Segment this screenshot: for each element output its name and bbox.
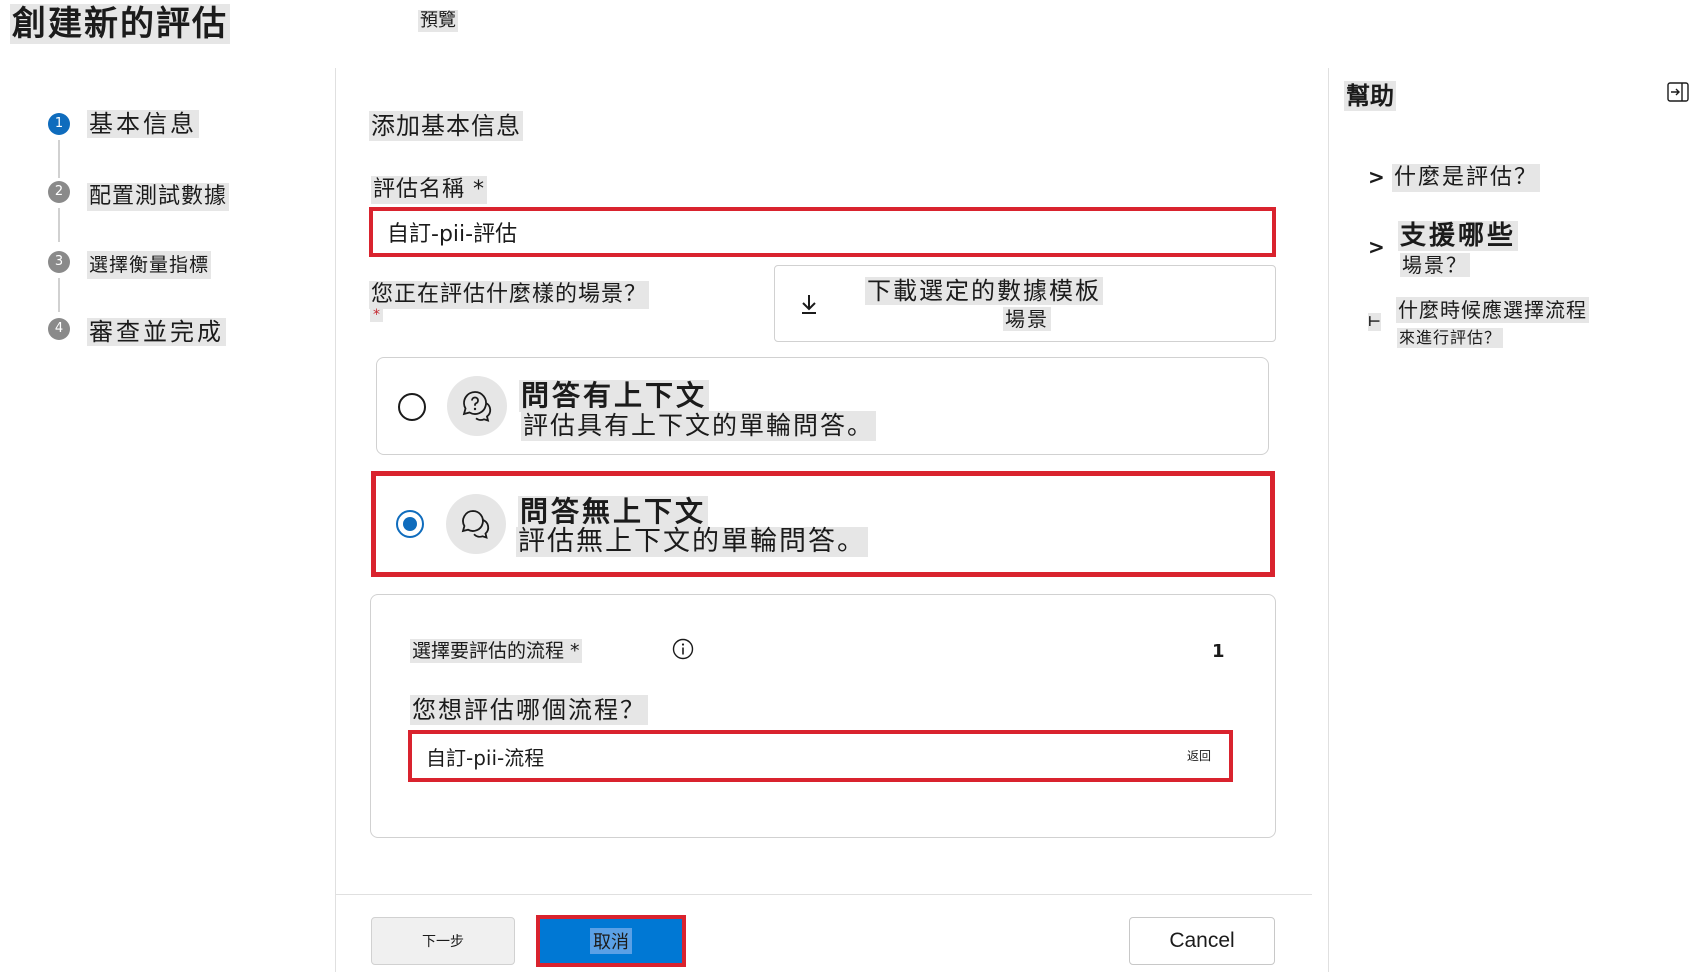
radio-without-context[interactable]	[396, 510, 424, 538]
flow-question: 您想評估哪個流程？	[410, 695, 648, 725]
step-4-number: 4	[48, 318, 70, 340]
chat-icon	[446, 494, 506, 554]
help-title: 幫助	[1344, 81, 1396, 111]
flow-field-frame: 返回	[408, 730, 1233, 782]
step-2-number: 2	[48, 181, 70, 203]
flow-selection-panel: 選擇要評估的流程 * 1 您想評估哪個流程？ 返回	[370, 594, 1276, 838]
left-divider	[335, 68, 336, 972]
step-4-label[interactable]: 審查並完成	[87, 318, 226, 346]
cancel-button[interactable]: Cancel	[1129, 917, 1275, 965]
flow-count: 1	[1212, 641, 1225, 662]
step-3-number: 3	[48, 251, 70, 273]
expand-icon: ⊢	[1368, 313, 1381, 331]
section-title: 添加基本信息	[369, 111, 523, 141]
option-description: 評估具有上下文的單輪問答。	[521, 411, 877, 441]
help-item-label-line2[interactable]: 來進行評估？	[1397, 328, 1504, 348]
required-marker: *	[370, 308, 383, 322]
scenario-option-without-context[interactable]: 問答無上下文 評估無上下文的單輪問答。	[376, 476, 1269, 572]
scenario-label: 您正在評估什麼樣的場景？	[369, 281, 650, 309]
collapse-panel-icon[interactable]	[1667, 82, 1689, 102]
evaluation-name-input[interactable]	[373, 211, 1272, 253]
step-connector	[58, 278, 60, 312]
name-field-frame	[369, 207, 1276, 257]
step-3-label[interactable]: 選擇衡量指標	[87, 251, 212, 279]
chevron-right-icon: >	[1368, 235, 1385, 259]
preview-badge: 預覽	[418, 10, 458, 32]
flow-select-label: 選擇要評估的流程 *	[410, 639, 582, 663]
cancel-primary-button[interactable]: 取消	[536, 915, 686, 967]
info-icon[interactable]	[672, 638, 694, 660]
flow-input-hint: 返回	[1186, 749, 1211, 763]
download-label: 下載選定的數據模板	[865, 277, 1103, 305]
download-label-line2: 場景	[1003, 307, 1051, 331]
chat-help-icon	[447, 376, 507, 436]
flow-input[interactable]	[412, 734, 1229, 778]
step-connector	[58, 208, 60, 242]
step-1-number: 1	[48, 113, 70, 135]
page-title: 創建新的評估	[10, 4, 230, 44]
cancel-primary-label: 取消	[590, 928, 632, 954]
option-description: 評估無上下文的單輪問答。	[516, 526, 868, 557]
radio-with-context[interactable]	[398, 393, 426, 421]
help-item-label[interactable]: 什麼時候應選擇流程	[1396, 297, 1589, 323]
step-connector	[58, 140, 60, 178]
help-item-label[interactable]: 什麼是評估？	[1392, 164, 1541, 192]
next-button[interactable]: 下一步	[371, 917, 515, 965]
help-item-label-line2[interactable]: 場景？	[1400, 253, 1470, 277]
download-icon	[797, 292, 821, 316]
help-item-label[interactable]: 支援哪些	[1398, 221, 1519, 251]
step-2-label[interactable]: 配置測試數據	[87, 183, 230, 211]
chevron-right-icon: >	[1368, 165, 1385, 189]
footer-divider	[336, 894, 1312, 895]
right-divider	[1328, 68, 1329, 972]
step-1-label[interactable]: 基本信息	[87, 110, 199, 138]
option-title: 問答有上下文	[519, 379, 710, 412]
name-label: 評估名稱 *	[371, 176, 487, 204]
scenario-option-with-context[interactable]: 問答有上下文 評估具有上下文的單輪問答。	[376, 357, 1269, 455]
option-title: 問答無上下文	[518, 495, 709, 528]
download-template-button[interactable]: 下載選定的數據模板 場景	[774, 265, 1276, 342]
